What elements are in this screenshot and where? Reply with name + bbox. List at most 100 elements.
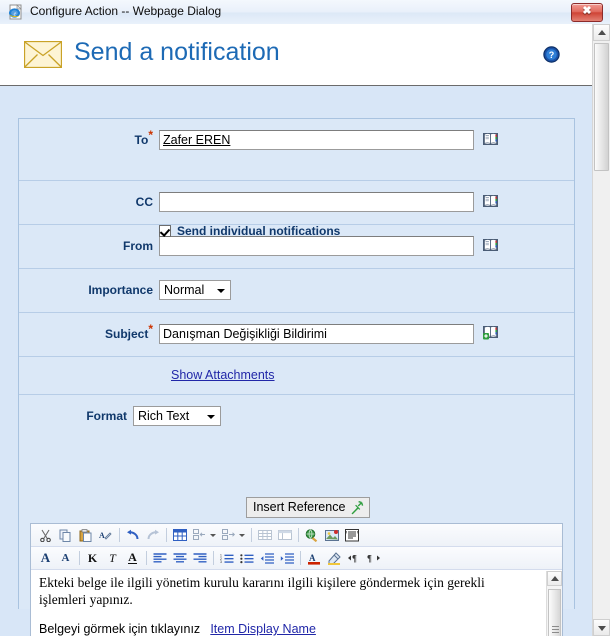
send-individual-notifications-label: Send individual notifications xyxy=(177,224,341,238)
svg-text:¶: ¶ xyxy=(352,554,357,564)
triangle-up-icon xyxy=(597,29,606,35)
edit-html-source-icon[interactable] xyxy=(342,526,361,545)
triangle-down-icon xyxy=(597,625,606,631)
page-scroll-down-button[interactable] xyxy=(593,619,610,636)
to-input[interactable] xyxy=(159,130,474,150)
body-paragraph-1: Ekteki belge ile ilgili yönetim kurulu k… xyxy=(39,575,485,607)
cc-address-book-icon[interactable] xyxy=(483,194,498,208)
page-scrollbar-thumb[interactable] xyxy=(594,43,609,171)
editor-content-area[interactable]: Ekteki belge ile ilgili yönetim kurulu k… xyxy=(31,571,562,636)
from-address-book-icon[interactable] xyxy=(483,238,498,252)
insert-reference-button[interactable]: Insert Reference xyxy=(246,497,371,519)
send-individual-notifications-row[interactable]: Send individual notifications xyxy=(159,224,340,238)
field-row-subject: Subject* xyxy=(19,313,574,357)
insert-column-icon[interactable] xyxy=(219,526,238,545)
show-attachments-link[interactable]: Show Attachments xyxy=(171,368,275,382)
send-individual-notifications-checkbox[interactable] xyxy=(159,225,171,237)
numbered-list-icon[interactable]: 123 xyxy=(217,549,236,568)
decrease-indent-icon[interactable] xyxy=(257,549,276,568)
from-input[interactable] xyxy=(159,236,474,256)
svg-text:A: A xyxy=(309,553,316,563)
font-color-icon[interactable]: A xyxy=(304,549,323,568)
editor-body-text: Ekteki belge ile ilgili yönetim kurulu k… xyxy=(39,574,534,636)
body-paragraph-2-prefix: Belgeyi görmek için tıklayınız xyxy=(39,622,201,636)
merge-cells-icon[interactable] xyxy=(275,526,294,545)
toolbar-separator xyxy=(300,551,301,565)
format-select[interactable]: Rich Text xyxy=(133,406,221,426)
cc-input[interactable] xyxy=(159,192,474,212)
page-scrollbar[interactable] xyxy=(592,24,610,636)
font-grow-icon[interactable]: A xyxy=(36,549,55,568)
bulleted-list-icon[interactable] xyxy=(237,549,256,568)
field-row-cc: CC xyxy=(19,181,574,225)
internet-explorer-icon: e xyxy=(8,4,24,20)
insert-row-dropdown-arrow[interactable] xyxy=(210,533,216,537)
font-shrink-icon[interactable]: A xyxy=(56,549,75,568)
page-scroll-up-button[interactable] xyxy=(593,24,610,41)
bold-icon[interactable]: K xyxy=(83,549,102,568)
insert-table-icon[interactable] xyxy=(170,526,189,545)
insert-column-dropdown-arrow[interactable] xyxy=(239,533,245,537)
title-bar: e Configure Action -- Webpage Dialog ✖ xyxy=(0,0,610,25)
copy-icon[interactable] xyxy=(56,526,75,545)
toolbar-separator xyxy=(298,528,299,542)
dialog-window: e Configure Action -- Webpage Dialog ✖ S… xyxy=(0,0,610,636)
chevron-down-icon xyxy=(207,415,215,419)
insert-reference-icon xyxy=(350,500,364,519)
svg-text:¶: ¶ xyxy=(367,554,372,564)
insert-reference-label: Insert Reference xyxy=(253,500,346,514)
align-center-icon[interactable] xyxy=(170,549,189,568)
from-label: From xyxy=(123,239,153,253)
format-painter-icon[interactable]: A xyxy=(96,526,115,545)
subject-address-book-add-icon[interactable] xyxy=(483,325,498,340)
rich-text-editor[interactable]: A A A K T A 1 2 3 A ¶ ¶ Ekteki belge ile… xyxy=(30,523,563,636)
paste-icon[interactable] xyxy=(76,526,95,545)
editor-scrollbar-thumb[interactable] xyxy=(548,589,561,636)
highlight-color-icon[interactable] xyxy=(324,549,343,568)
dialog-content: Send a notification ? To* Zafer EREN CC … xyxy=(0,24,593,636)
align-right-icon[interactable] xyxy=(190,549,209,568)
window-title: Configure Action -- Webpage Dialog xyxy=(30,4,222,18)
svg-text:3: 3 xyxy=(220,560,222,564)
chevron-down-icon xyxy=(217,289,225,293)
editor-toolbar-row-1: A xyxy=(31,524,562,547)
item-display-name-link[interactable]: Item Display Name xyxy=(210,622,316,636)
rtl-direction-icon[interactable]: ¶ xyxy=(364,549,383,568)
importance-select[interactable]: Normal xyxy=(159,280,231,300)
scrollbar-grip-icon xyxy=(552,626,559,634)
insert-image-icon[interactable] xyxy=(322,526,341,545)
cut-icon[interactable] xyxy=(36,526,55,545)
to-label: To* xyxy=(134,128,153,147)
italic-icon[interactable]: T xyxy=(103,549,122,568)
page-title: Send a notification xyxy=(74,38,280,66)
editor-scrollbar[interactable] xyxy=(546,571,562,636)
increase-indent-icon[interactable] xyxy=(277,549,296,568)
dialog-header: Send a notification ? xyxy=(0,24,593,86)
undo-icon[interactable] xyxy=(123,526,142,545)
cc-label: CC xyxy=(135,195,153,209)
redo-icon[interactable] xyxy=(143,526,162,545)
subject-label: Subject* xyxy=(104,322,153,341)
toolbar-separator xyxy=(146,551,147,565)
help-icon[interactable]: ? xyxy=(543,46,560,63)
subject-required-marker: * xyxy=(148,322,153,336)
delete-table-icon[interactable] xyxy=(255,526,274,545)
insert-hyperlink-icon[interactable] xyxy=(302,526,321,545)
subject-input[interactable] xyxy=(159,324,474,344)
to-required-marker: * xyxy=(148,128,153,142)
field-row-importance: Importance Normal xyxy=(19,269,574,313)
close-button[interactable]: ✖ xyxy=(571,3,603,22)
ltr-direction-icon[interactable]: ¶ xyxy=(344,549,363,568)
to-address-book-icon[interactable] xyxy=(483,132,498,146)
format-label: Format xyxy=(86,409,127,423)
align-left-icon[interactable] xyxy=(150,549,169,568)
format-value: Rich Text xyxy=(138,409,190,423)
underline-icon[interactable]: A xyxy=(123,549,142,568)
toolbar-separator xyxy=(119,528,120,542)
toolbar-separator xyxy=(213,551,214,565)
importance-label: Importance xyxy=(88,283,153,297)
toolbar-separator xyxy=(79,551,80,565)
editor-scroll-up-button[interactable] xyxy=(547,571,562,586)
insert-row-icon[interactable] xyxy=(190,526,209,545)
body-paragraph-2: Belgeyi görmek için tıklayınız Item Disp… xyxy=(39,620,534,636)
